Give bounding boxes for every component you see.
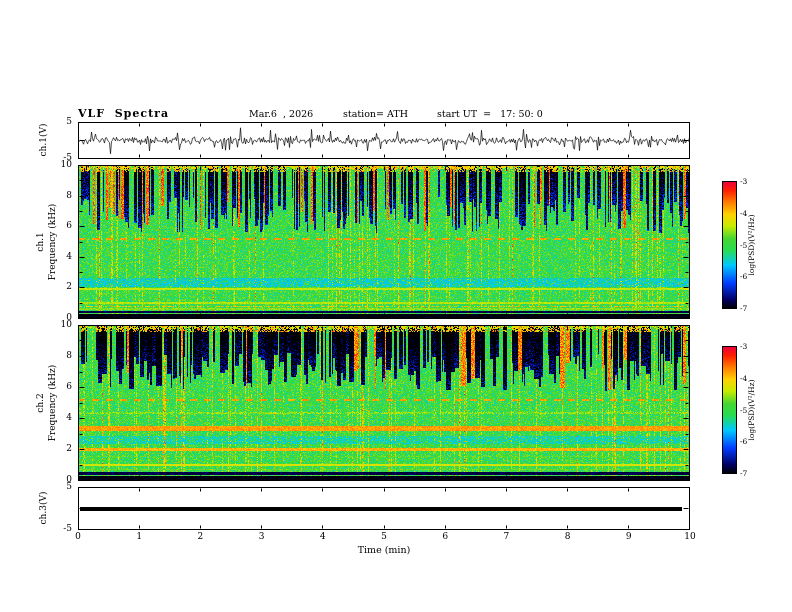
ch1-wave-y-tick-label: 5 xyxy=(66,117,72,127)
x-tick-label: 5 xyxy=(381,532,387,542)
ch1-wave-y-tick-label: -5 xyxy=(63,153,72,163)
x-tick-label: 7 xyxy=(503,532,510,542)
plot-start-ut: start UT = 17: 50: 0 xyxy=(437,109,543,120)
ch2-spec-y-tick-label: 4 xyxy=(66,413,72,423)
colorbar1-tick-label: -7 xyxy=(740,304,748,313)
ch1-spec-y-tick-label: 2 xyxy=(66,282,72,293)
ch3-wave-y-tick-label: 5 xyxy=(66,482,72,492)
ch1-spectrogram-panel xyxy=(78,165,690,319)
x-tick-label: 1 xyxy=(136,532,143,542)
x-tick-label: 8 xyxy=(564,532,571,542)
ch2-spectrogram-panel xyxy=(78,325,690,481)
plot-title: VLF Spectra xyxy=(78,107,170,120)
colorbar2-tick-label: -4 xyxy=(740,373,748,383)
x-tick-label: 3 xyxy=(258,532,265,542)
colorbar2-tick-label: -7 xyxy=(740,469,748,478)
plot-station: station= ATH xyxy=(343,109,408,120)
ch1-spec-y-tick-label: 4 xyxy=(66,251,72,262)
x-tick-label: 2 xyxy=(197,532,204,542)
ch2-colorbar xyxy=(722,346,737,474)
ch2-spec-y-tick-label: 10 xyxy=(60,320,72,330)
ch2-spec-y-tick-label: 8 xyxy=(66,351,72,361)
x-tick-label: 10 xyxy=(684,532,696,542)
ch3-wave-y-tick-label: -5 xyxy=(63,524,72,534)
ch1-waveform-panel xyxy=(78,122,690,159)
ch2-spec-y-tick-label: 2 xyxy=(66,444,72,454)
ch1-spec-y-tick-label: 6 xyxy=(66,221,72,232)
x-axis-label: Time (min) xyxy=(357,545,411,556)
colorbar1-tick-label: -4 xyxy=(740,208,748,218)
x-tick-label: 9 xyxy=(625,532,632,542)
colorbar2-tick-label: -6 xyxy=(740,437,748,447)
ch2-spec-y-tick-label: 6 xyxy=(66,382,72,392)
colorbar1-tick-label: -3 xyxy=(740,177,748,186)
x-tick-label: 6 xyxy=(442,532,449,542)
colorbar1-tick-label: -5 xyxy=(740,240,748,250)
ch3-waveform-panel xyxy=(78,487,690,530)
vlf-spectra-figure: VLF Spectra Mar.6 , 2026 station= ATH st… xyxy=(0,0,792,612)
plot-date: Mar.6 , 2026 xyxy=(249,109,314,120)
colorbar1-tick-label: -6 xyxy=(740,272,748,282)
ch1-spec-y-tick-label: 8 xyxy=(66,190,72,201)
colorbar2-tick-label: -3 xyxy=(740,342,748,351)
colorbar2-tick-label: -5 xyxy=(740,405,748,415)
x-tick-label: 4 xyxy=(319,532,326,542)
ch1-colorbar xyxy=(722,181,737,309)
